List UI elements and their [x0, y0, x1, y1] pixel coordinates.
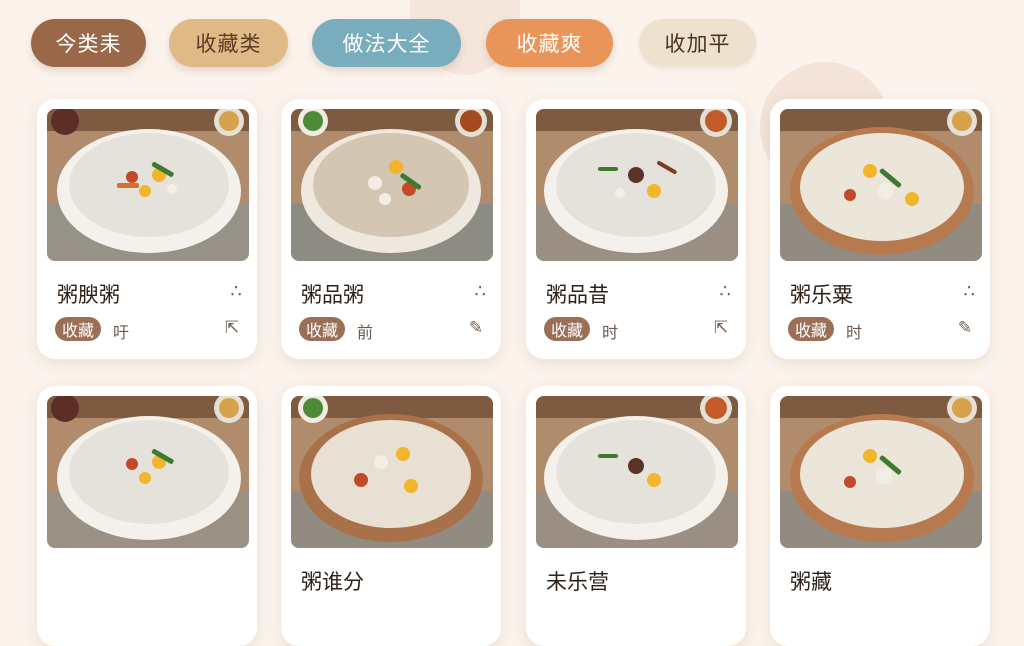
recipe-title: 粥品粥 [301, 283, 364, 307]
more-icon[interactable]: ∴ [475, 281, 486, 302]
edit-icon[interactable]: ✎ [465, 317, 487, 339]
recipe-card[interactable]: 粥品昔 ∴ 收藏 时 ⇱ [526, 99, 746, 359]
recipe-card[interactable]: 粥品粥 ∴ 收藏 前 ✎ [281, 99, 501, 359]
recipe-title: 粥品昔 [546, 283, 609, 307]
recipe-card[interactable]: 粥乐粟 ∴ 收藏 时 ✎ [770, 99, 990, 359]
recipe-meta: 时 [602, 323, 619, 342]
recipe-title: 粥乐粟 [790, 283, 853, 307]
congee-photo [536, 396, 738, 548]
tab-1[interactable]: 今类耒 [31, 19, 146, 67]
share-icon[interactable]: ⇱ [710, 317, 732, 339]
share-icon[interactable]: ⇱ [221, 317, 243, 339]
congee-photo [536, 109, 738, 261]
recipe-title: 未乐营 [546, 570, 609, 594]
favorite-badge[interactable]: 收藏 [55, 317, 102, 341]
tab-5[interactable]: 收加平 [639, 19, 756, 67]
recipe-card[interactable]: 粥腴粥 ∴ 收藏 吁 ⇱ [37, 99, 257, 359]
more-icon[interactable]: ∴ [964, 281, 975, 302]
congee-photo [47, 396, 249, 548]
tab-3[interactable]: 做法大全 [312, 19, 461, 67]
congee-photo [291, 396, 493, 548]
recipe-card[interactable]: 粥藏 [770, 386, 990, 646]
more-icon[interactable]: ∴ [720, 281, 731, 302]
tab-2[interactable]: 收藏类 [169, 19, 288, 67]
favorite-badge[interactable]: 收藏 [788, 317, 835, 341]
congee-photo [47, 109, 249, 261]
recipe-title: 粥谁分 [301, 570, 364, 594]
congee-photo [780, 396, 982, 548]
recipe-card[interactable] [37, 386, 257, 646]
more-icon[interactable]: ∴ [231, 281, 242, 302]
recipe-meta: 前 [357, 323, 374, 342]
recipe-meta: 吁 [113, 323, 130, 342]
recipe-card[interactable]: 粥谁分 [281, 386, 501, 646]
favorite-badge[interactable]: 收藏 [299, 317, 346, 341]
recipe-meta: 时 [846, 323, 863, 342]
recipe-card[interactable]: 未乐营 [526, 386, 746, 646]
congee-photo [291, 109, 493, 261]
recipe-title: 粥腴粥 [57, 283, 120, 307]
tab-4[interactable]: 收藏爽 [486, 19, 613, 67]
congee-photo [780, 109, 982, 261]
edit-icon[interactable]: ✎ [954, 317, 976, 339]
recipe-title: 粥藏 [790, 570, 832, 594]
favorite-badge[interactable]: 收藏 [544, 317, 591, 341]
